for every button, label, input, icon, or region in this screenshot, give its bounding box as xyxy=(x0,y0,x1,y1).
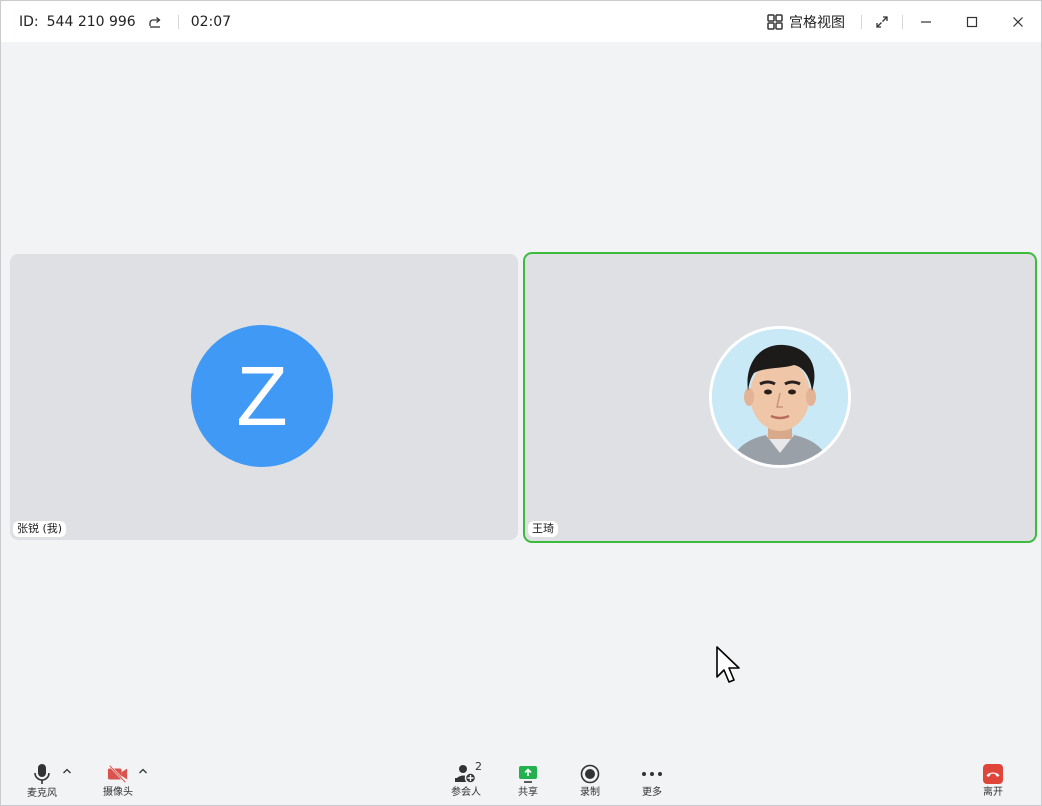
close-button[interactable] xyxy=(995,1,1041,42)
record-icon xyxy=(579,763,601,784)
title-divider xyxy=(177,14,179,29)
camera-label: 摄像头 xyxy=(103,787,133,798)
camera-options-chevron-up-icon[interactable] xyxy=(137,765,149,777)
participants-button[interactable]: 参会人 xyxy=(436,753,496,799)
microphone-label: 麦克风 xyxy=(27,788,57,799)
video-tile-self[interactable]: Z 张锐 (我) xyxy=(10,254,518,540)
fullscreen-button[interactable] xyxy=(862,1,902,42)
meeting-id-value: 544 210 996 xyxy=(46,13,136,30)
share-screen-button[interactable]: 共享 xyxy=(498,753,558,799)
title-bar-controls: 宫格视图 xyxy=(767,1,1041,42)
meeting-id: ID: 544 210 996 xyxy=(19,14,162,30)
participant-name-tag: 王琦 xyxy=(528,521,558,537)
leave-label: 离开 xyxy=(983,787,1003,798)
maximize-icon xyxy=(966,16,978,27)
avatar-photo xyxy=(709,326,851,468)
participants-label: 参会人 xyxy=(451,787,481,798)
maximize-button[interactable] xyxy=(949,1,995,42)
meeting-toolbar: 麦克风 摄像头 参会人 2 共享 录制 更多 离开 xyxy=(1,753,1041,805)
more-dots-icon xyxy=(641,763,663,784)
avatar-initial: Z xyxy=(191,325,333,467)
share-label: 共享 xyxy=(518,787,538,798)
expand-icon xyxy=(876,15,888,28)
share-link-icon[interactable] xyxy=(148,15,162,29)
participants-count-badge: 2 xyxy=(475,760,482,773)
microphone-options-chevron-up-icon[interactable] xyxy=(61,765,73,777)
mouse-cursor-icon xyxy=(716,646,740,683)
grid-view-button[interactable]: 宫格视图 xyxy=(767,12,845,32)
close-icon xyxy=(1013,16,1023,27)
video-tile-active-speaker[interactable]: 王琦 xyxy=(523,252,1037,543)
microphone-icon xyxy=(31,763,53,785)
more-button[interactable]: 更多 xyxy=(622,753,682,799)
title-bar: ID: 544 210 996 02:07 宫格视图 xyxy=(1,1,1041,42)
camera-off-icon xyxy=(107,763,129,784)
meeting-window: ID: 544 210 996 02:07 宫格视图 Z 张锐 (我) 王琦 麦… xyxy=(0,0,1042,806)
meeting-id-label: ID: xyxy=(19,13,39,30)
minimize-icon xyxy=(921,20,931,23)
record-button[interactable]: 录制 xyxy=(560,753,620,799)
participant-name-tag: 张锐 (我) xyxy=(13,521,67,537)
hang-up-icon xyxy=(982,763,1004,784)
meeting-timer: 02:07 xyxy=(190,13,232,30)
add-participant-icon xyxy=(455,763,477,784)
more-label: 更多 xyxy=(642,787,662,798)
grid-view-icon xyxy=(767,13,783,30)
leave-meeting-button[interactable]: 离开 xyxy=(963,753,1023,799)
share-screen-icon xyxy=(517,763,539,784)
minimize-button[interactable] xyxy=(903,1,949,42)
grid-view-label: 宫格视图 xyxy=(789,14,845,31)
record-label: 录制 xyxy=(580,787,600,798)
